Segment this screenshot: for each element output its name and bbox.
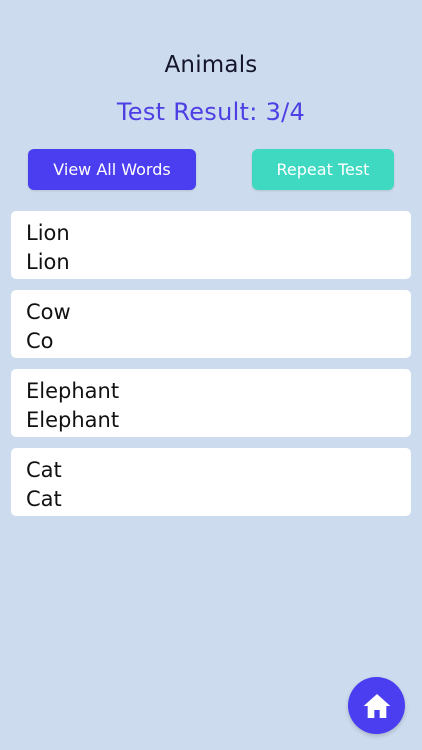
word-text: Lion (26, 221, 70, 245)
test-result: Test Result: 3/4 (116, 98, 306, 126)
answer-text: Cat (26, 487, 62, 511)
word-text: Elephant (26, 379, 120, 403)
page-title: Animals (164, 52, 258, 78)
word-text: Cat (26, 458, 62, 482)
list-item[interactable]: Cat Cat (11, 448, 411, 516)
word-list: Lion Lion Cow Co Elephant Elephant Cat C… (11, 211, 411, 527)
word-text: Cow (26, 300, 71, 324)
answer-text: Co (26, 329, 54, 353)
answer-text: Elephant (26, 408, 120, 432)
answer-text: Lion (26, 250, 70, 274)
home-button[interactable] (348, 677, 405, 734)
list-item[interactable]: Cow Co (11, 290, 411, 358)
home-icon (361, 690, 393, 722)
list-item[interactable]: Lion Lion (11, 211, 411, 279)
view-all-words-button[interactable]: View All Words (28, 149, 196, 190)
repeat-test-button[interactable]: Repeat Test (252, 149, 394, 190)
list-item[interactable]: Elephant Elephant (11, 369, 411, 437)
